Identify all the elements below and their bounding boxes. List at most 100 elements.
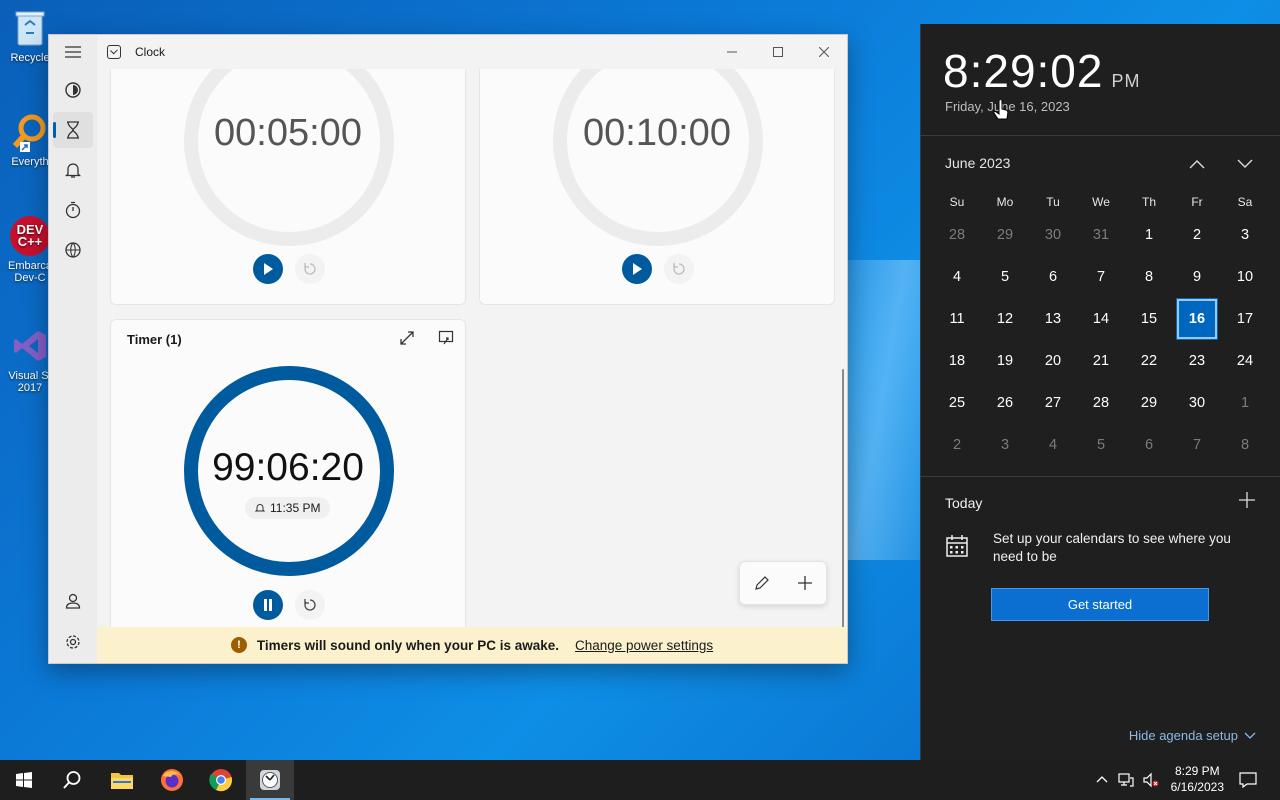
timer-card-running[interactable]: Timer (1) 99:06:20 11:35 PM	[110, 319, 466, 627]
hide-agenda-link[interactable]: Hide agenda setup	[1129, 728, 1256, 743]
calendar-day-today[interactable]: 16	[1173, 298, 1221, 340]
close-icon	[819, 47, 829, 57]
hand-cursor-icon	[993, 100, 1009, 120]
minimize-icon	[727, 51, 737, 53]
nav-focus-sessions[interactable]	[53, 72, 93, 108]
calendar-day-number: 5	[1096, 437, 1106, 453]
calendar-day[interactable]: 24	[1221, 340, 1269, 382]
calendar-day[interactable]: 31	[1077, 214, 1125, 256]
search-button[interactable]	[48, 760, 96, 800]
timer-card[interactable]: 00:05:00	[110, 69, 466, 305]
chrome-icon	[209, 769, 232, 792]
taskbar-firefox[interactable]	[148, 760, 196, 800]
nav-stopwatch[interactable]	[53, 192, 93, 228]
calendar-day[interactable]: 7	[1173, 424, 1221, 466]
calendar-day[interactable]: 28	[933, 214, 981, 256]
close-button[interactable]	[801, 35, 847, 69]
taskbar-clock[interactable]: 8:29 PM 6/16/2023	[1171, 763, 1224, 795]
calendar-day[interactable]: 21	[1077, 340, 1125, 382]
nav-account[interactable]	[53, 583, 93, 619]
calendar-day-number: 2	[952, 437, 962, 453]
calendar-day-number: 1	[1240, 395, 1250, 411]
calendar-day[interactable]: 8	[1125, 256, 1173, 298]
calendar-day[interactable]: 12	[981, 298, 1029, 340]
calendar-day[interactable]: 27	[1029, 382, 1077, 424]
expand-button[interactable]	[399, 330, 417, 348]
calendar-day[interactable]: 19	[981, 340, 1029, 382]
calendar-day[interactable]: 29	[981, 214, 1029, 256]
action-center-button[interactable]	[1239, 772, 1257, 789]
calendar-day[interactable]: 25	[933, 382, 981, 424]
get-started-button[interactable]: Get started	[991, 588, 1209, 621]
calendar-day[interactable]: 2	[933, 424, 981, 466]
play-button[interactable]	[253, 254, 283, 284]
calendar-day[interactable]: 5	[981, 256, 1029, 298]
calendar-day-number: 4	[1048, 437, 1058, 453]
edit-pencil-icon[interactable]	[754, 575, 770, 591]
reset-button[interactable]	[295, 590, 325, 620]
network-icon	[1118, 773, 1134, 787]
reset-button[interactable]	[664, 254, 694, 284]
nav-settings[interactable]	[53, 624, 93, 660]
hamburger-menu-button[interactable]	[53, 35, 93, 69]
calendar-day[interactable]: 9	[1173, 256, 1221, 298]
taskbar-clock-app[interactable]	[246, 760, 294, 800]
calendar-day[interactable]: 3	[1221, 214, 1269, 256]
timer-card[interactable]: 00:10:00	[479, 69, 835, 305]
calendar-day[interactable]: 20	[1029, 340, 1077, 382]
taskbar-file-explorer[interactable]	[98, 760, 146, 800]
start-button[interactable]	[0, 760, 48, 800]
calendar-day[interactable]: 1	[1125, 214, 1173, 256]
add-event-button[interactable]	[1239, 492, 1259, 512]
calendar-day[interactable]: 30	[1173, 382, 1221, 424]
calendar-day-number: 15	[1140, 311, 1158, 327]
network-status-button[interactable]	[1118, 772, 1134, 788]
calendar-day[interactable]: 26	[981, 382, 1029, 424]
keep-on-top-button[interactable]	[438, 330, 456, 348]
calendar-day[interactable]: 22	[1125, 340, 1173, 382]
calendar-day[interactable]: 2	[1173, 214, 1221, 256]
reset-button[interactable]	[295, 254, 325, 284]
calendar-day[interactable]: 6	[1029, 256, 1077, 298]
change-power-settings-link[interactable]: Change power settings	[575, 638, 713, 653]
calendar-day[interactable]: 17	[1221, 298, 1269, 340]
scrollbar[interactable]	[842, 369, 844, 627]
taskbar-chrome[interactable]	[197, 760, 245, 800]
visual-studio-icon	[10, 326, 50, 366]
calendar-day[interactable]: 4	[933, 256, 981, 298]
calendar-day[interactable]: 18	[933, 340, 981, 382]
pause-button[interactable]	[253, 590, 283, 620]
calendar-day[interactable]: 7	[1077, 256, 1125, 298]
previous-month-button[interactable]	[1185, 152, 1209, 176]
nav-timer[interactable]	[53, 112, 93, 148]
calendar-day[interactable]: 11	[933, 298, 981, 340]
play-button[interactable]	[622, 254, 652, 284]
calendar-day[interactable]: 3	[981, 424, 1029, 466]
calendar-day[interactable]: 8	[1221, 424, 1269, 466]
nav-world-clock[interactable]	[53, 232, 93, 268]
minimize-button[interactable]	[709, 35, 755, 69]
show-hidden-icons-button[interactable]	[1095, 772, 1111, 788]
calendar-day[interactable]: 4	[1029, 424, 1077, 466]
calendar-day[interactable]: 14	[1077, 298, 1125, 340]
everything-search-icon	[10, 112, 50, 152]
calendar-day-number: 2	[1192, 227, 1202, 243]
calendar-day[interactable]: 29	[1125, 382, 1173, 424]
calendar-day[interactable]: 10	[1221, 256, 1269, 298]
next-month-button[interactable]	[1233, 152, 1257, 176]
calendar-day[interactable]: 1	[1221, 382, 1269, 424]
month-label[interactable]: June 2023	[945, 155, 1010, 171]
calendar-day[interactable]: 6	[1125, 424, 1173, 466]
nav-alarm[interactable]	[53, 152, 93, 188]
add-timer-icon[interactable]	[798, 576, 812, 590]
calendar-day[interactable]: 28	[1077, 382, 1125, 424]
calendar-day[interactable]: 23	[1173, 340, 1221, 382]
calendar-day[interactable]: 5	[1077, 424, 1125, 466]
volume-button[interactable]	[1143, 772, 1159, 788]
calendar-day[interactable]: 13	[1029, 298, 1077, 340]
title-bar[interactable]: Clock	[97, 35, 847, 69]
calendar-day[interactable]: 30	[1029, 214, 1077, 256]
maximize-button[interactable]	[755, 35, 801, 69]
power-warning-banner: ! Timers will sound only when your PC is…	[97, 627, 847, 663]
calendar-day[interactable]: 15	[1125, 298, 1173, 340]
